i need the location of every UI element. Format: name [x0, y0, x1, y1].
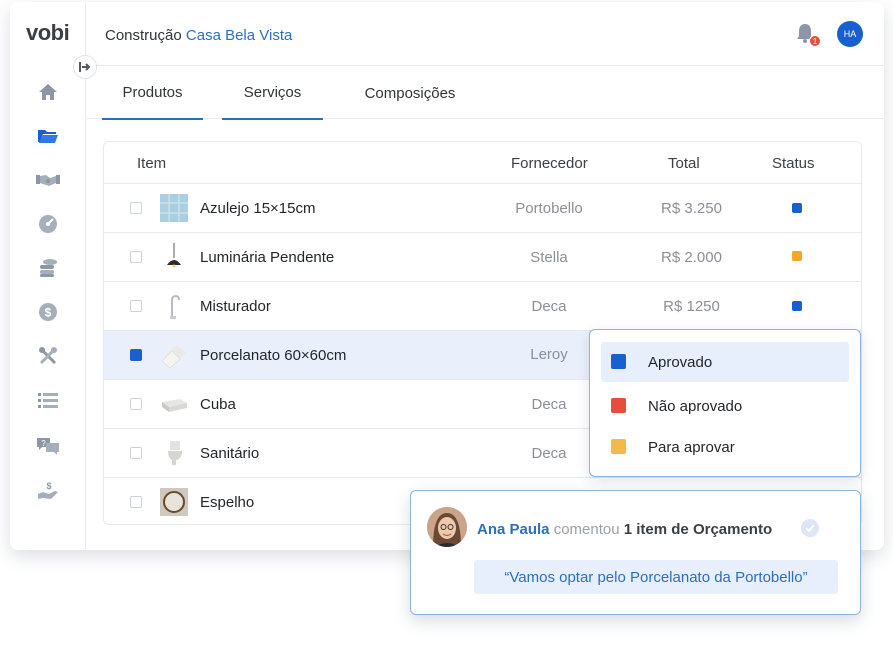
item-total: R$ 1250 — [663, 298, 720, 315]
svg-text:?: ? — [41, 439, 46, 448]
status-option-label: Não aprovado — [648, 398, 743, 415]
row-checkbox[interactable] — [130, 251, 142, 263]
breadcrumb-section: Construção — [105, 27, 182, 44]
commenter-avatar — [427, 507, 467, 547]
item-supplier: Deca — [531, 396, 567, 413]
porcelain-tile-thumbnail — [160, 341, 188, 369]
faucet-thumbnail — [160, 292, 188, 320]
item-total: R$ 3.250 — [661, 200, 722, 217]
pendant-lamp-thumbnail — [160, 243, 188, 271]
table-header: Item Fornecedor Total Status — [104, 142, 861, 184]
row-checkbox[interactable] — [130, 447, 142, 459]
gauge-icon[interactable] — [36, 212, 60, 236]
table-row[interactable]: Misturador Deca R$ 1250 — [104, 282, 861, 331]
item-name: Luminária Pendente — [200, 249, 335, 266]
table-row[interactable]: Luminária Pendente Stella R$ 2.000 — [104, 233, 861, 282]
status-option-aprovado[interactable]: Aprovado — [601, 342, 849, 382]
row-checkbox[interactable] — [130, 300, 142, 312]
status-indicator[interactable] — [792, 203, 802, 213]
item-supplier: Stella — [530, 249, 568, 266]
check-circle-icon[interactable] — [801, 519, 819, 537]
payment-icon[interactable]: $ — [36, 479, 60, 503]
top-header: Construção Casa Bela Vista 1 HA — [87, 2, 884, 66]
coins-icon[interactable] — [36, 256, 60, 280]
sink-thumbnail — [160, 390, 188, 418]
sidebar: vobi $ ? $ — [10, 2, 86, 550]
row-checkbox[interactable] — [130, 349, 142, 361]
item-supplier: Leroy — [530, 346, 568, 363]
status-indicator[interactable] — [792, 301, 802, 311]
breadcrumb-project[interactable]: Casa Bela Vista — [186, 27, 292, 44]
table-row[interactable]: Azulejo 15×15cm Portobello R$ 3.250 — [104, 184, 861, 233]
item-supplier: Portobello — [515, 200, 583, 217]
tile-thumbnail — [160, 194, 188, 222]
item-supplier: Deca — [531, 445, 567, 462]
comment-header: Ana Paula comentou 1 item de Orçamento — [477, 521, 772, 538]
sidebar-collapse-button[interactable] — [73, 55, 97, 79]
item-supplier: Deca — [531, 298, 567, 315]
item-name: Espelho — [200, 494, 255, 511]
item-total: R$ 2.000 — [661, 249, 722, 266]
comment-subject[interactable]: 1 item de Orçamento — [624, 521, 772, 538]
status-option-label: Para aprovar — [648, 439, 735, 456]
column-header-item[interactable]: Item — [137, 155, 166, 172]
breadcrumb: Construção Casa Bela Vista — [105, 27, 292, 44]
item-name: Azulejo 15×15cm — [200, 200, 316, 217]
svg-text:$: $ — [46, 481, 51, 491]
vobi-logo[interactable]: vobi — [26, 20, 70, 46]
row-checkbox[interactable] — [130, 202, 142, 214]
status-option-nao-aprovado[interactable]: Não aprovado — [601, 386, 849, 426]
folder-icon[interactable] — [36, 124, 60, 148]
dollar-icon[interactable]: $ — [36, 300, 60, 324]
item-name: Cuba — [200, 396, 236, 413]
comment-verb: comentou — [553, 521, 620, 538]
status-swatch — [611, 354, 626, 369]
item-name: Porcelanato 60×60cm — [200, 347, 347, 364]
list-icon[interactable] — [36, 388, 60, 412]
user-avatar[interactable]: HA — [837, 21, 863, 47]
svg-text:$: $ — [45, 306, 52, 320]
column-header-supplier[interactable]: Fornecedor — [511, 155, 588, 172]
comment-author[interactable]: Ana Paula — [477, 521, 550, 538]
row-checkbox[interactable] — [130, 496, 142, 508]
chat-icon[interactable]: ? — [36, 434, 60, 458]
comment-notification-card[interactable]: Ana Paula comentou 1 item de Orçamento “… — [410, 490, 861, 615]
home-icon[interactable] — [36, 80, 60, 104]
tab-servicos[interactable]: Serviços — [222, 66, 323, 120]
status-dropdown-menu: Aprovado Não aprovado Para aprovar — [589, 329, 861, 477]
column-header-status[interactable]: Status — [772, 155, 815, 172]
handshake-icon[interactable] — [36, 168, 60, 192]
item-name: Misturador — [200, 298, 271, 315]
status-swatch — [611, 439, 626, 454]
comment-text: “Vamos optar pelo Porcelanato da Portobe… — [474, 560, 838, 594]
status-indicator[interactable] — [792, 251, 802, 261]
arrow-right-icon — [79, 62, 91, 72]
status-option-label: Aprovado — [648, 354, 713, 371]
row-checkbox[interactable] — [130, 398, 142, 410]
tools-icon[interactable] — [36, 344, 60, 368]
tab-bar: Produtos Serviços Composições — [102, 66, 884, 120]
tab-composicoes[interactable]: Composições — [345, 66, 475, 120]
status-swatch — [611, 398, 626, 413]
column-header-total[interactable]: Total — [668, 155, 700, 172]
mirror-thumbnail — [160, 488, 188, 516]
toilet-thumbnail — [160, 439, 188, 467]
status-option-para-aprovar[interactable]: Para aprovar — [601, 427, 849, 467]
item-name: Sanitário — [200, 445, 260, 462]
notification-badge: 1 — [809, 35, 821, 47]
tab-produtos[interactable]: Produtos — [102, 66, 203, 120]
